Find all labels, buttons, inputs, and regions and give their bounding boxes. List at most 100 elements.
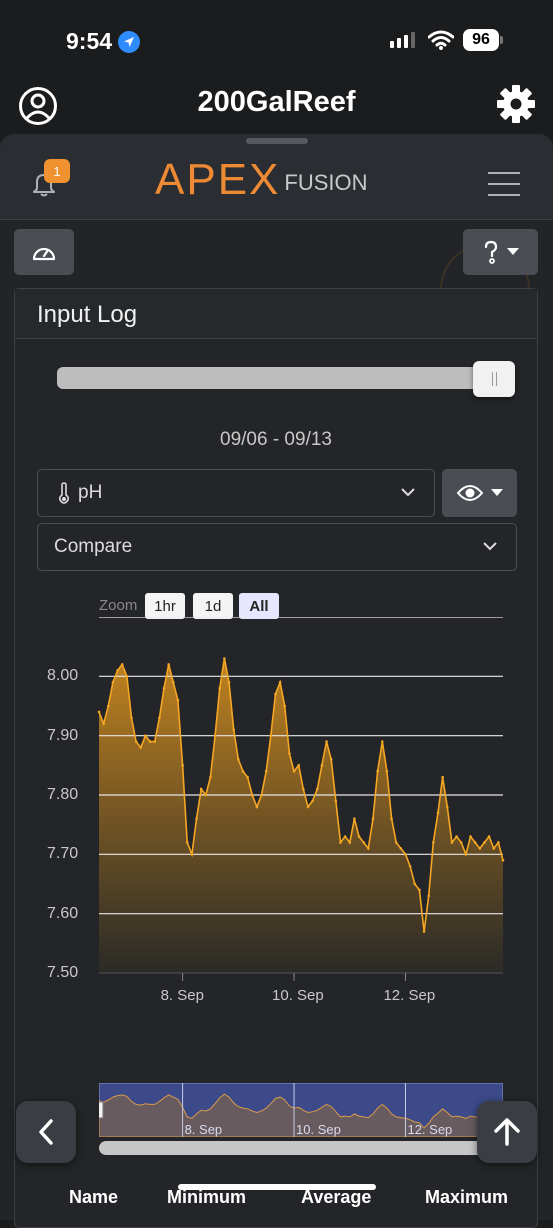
- data-point: [97, 710, 101, 714]
- stats-header-name: Name: [69, 1187, 119, 1207]
- battery-indicator: 96: [463, 29, 503, 51]
- data-point: [302, 787, 305, 791]
- data-point: [246, 775, 249, 779]
- y-tick-label: 7.80: [47, 786, 79, 803]
- data-point: [348, 841, 352, 844]
- data-point: [394, 841, 398, 844]
- zoom-all-button[interactable]: All: [239, 593, 279, 619]
- data-point: [181, 764, 184, 767]
- data-point: [315, 787, 319, 791]
- data-point: [432, 841, 435, 844]
- data-point: [232, 728, 235, 732]
- data-point: [380, 740, 384, 743]
- slider-handle[interactable]: [473, 361, 515, 397]
- data-point: [209, 775, 212, 779]
- time-text: 9:54: [66, 28, 113, 54]
- zoom-1hr-button[interactable]: 1hr: [145, 593, 185, 619]
- data-point: [102, 722, 105, 726]
- date-range-label: 09/06 - 09/13: [220, 429, 332, 450]
- data-point: [278, 680, 282, 684]
- data-point: [292, 769, 296, 773]
- home-indicator: [178, 1184, 376, 1190]
- data-point: [274, 692, 277, 696]
- navigator-handle: [94, 1101, 104, 1119]
- cellular-signal-icon: [390, 32, 415, 48]
- visibility-dropdown-button[interactable]: [442, 469, 517, 517]
- compare-select[interactable]: Compare: [37, 523, 517, 571]
- navigator-tick-label: 12. Sep: [407, 1122, 452, 1137]
- help-dropdown-button[interactable]: [463, 229, 538, 275]
- zoom-label: Zoom: [99, 597, 138, 614]
- data-point: [195, 817, 198, 821]
- data-point: [390, 817, 393, 821]
- navigator-tick-label: 10. Sep: [296, 1122, 341, 1137]
- data-point: [158, 716, 161, 720]
- data-point: [288, 752, 291, 755]
- data-point: [422, 930, 426, 933]
- status-bar: 9:54 96: [0, 0, 553, 84]
- data-point: [204, 793, 208, 797]
- clock: 9:54: [66, 28, 141, 55]
- data-point: [260, 793, 263, 797]
- data-point: [325, 740, 328, 743]
- back-button[interactable]: [16, 1101, 76, 1163]
- chart-plot[interactable]: [15, 616, 537, 1097]
- data-point: [306, 805, 310, 809]
- data-point: [134, 740, 138, 743]
- data-point: [185, 841, 189, 844]
- data-point: [362, 841, 365, 844]
- y-tick-label: 7.60: [47, 904, 79, 922]
- y-tick-label: 7.70: [47, 845, 79, 863]
- data-point: [329, 758, 333, 761]
- data-point: [473, 841, 477, 844]
- apex-navbar: 1 APEX FUSION: [0, 134, 553, 220]
- logo-suffix: FUSION: [284, 170, 368, 195]
- scroll-top-button[interactable]: [477, 1101, 537, 1163]
- data-point: [478, 847, 482, 850]
- gauge-icon: [32, 247, 56, 261]
- notification-badge: 1: [44, 159, 70, 183]
- dashboard-button[interactable]: [14, 229, 74, 275]
- data-point: [408, 864, 412, 868]
- data-point: [371, 817, 375, 821]
- navigator-plot[interactable]: 8. Sep 10. Sep 12. Sep: [94, 1082, 504, 1138]
- chart-navigator[interactable]: 8. Sep 10. Sep 12. Sep: [94, 1082, 504, 1138]
- data-point: [190, 853, 194, 856]
- data-point: [176, 698, 180, 702]
- data-point: [148, 740, 152, 743]
- data-point: [130, 716, 133, 720]
- data-point: [144, 734, 147, 737]
- ph-chart: 7.50 7.60 7.70 7.80 7.90 8.00 8. Sep 10. Sep 12.…: [15, 616, 537, 1097]
- data-point: [357, 835, 361, 838]
- data-point: [487, 835, 491, 838]
- data-point: [334, 799, 338, 803]
- zoom-1d-button[interactable]: 1d: [193, 593, 233, 619]
- y-tick-label: 7.90: [47, 726, 79, 744]
- data-point: [376, 769, 379, 773]
- logo-brand: APEX: [155, 155, 281, 204]
- data-point: [445, 805, 449, 809]
- date-range-slider[interactable]: [57, 367, 515, 389]
- data-point: [297, 764, 300, 767]
- data-point: [367, 847, 370, 850]
- data-point: [106, 704, 110, 708]
- navigator-scrollbar[interactable]: [99, 1141, 503, 1155]
- data-point: [469, 835, 472, 838]
- data-point: [269, 734, 273, 737]
- data-point: [283, 704, 287, 708]
- data-point: [404, 853, 407, 856]
- caret-down-icon: [506, 248, 519, 255]
- apex-fusion-logo: APEX FUSION: [155, 158, 368, 202]
- data-point: [492, 847, 496, 850]
- data-point: [413, 882, 417, 886]
- data-point: [125, 675, 129, 678]
- settings-gear-icon[interactable]: [496, 84, 536, 124]
- compare-placeholder: Compare: [54, 536, 133, 557]
- data-point: [339, 841, 342, 844]
- page-title: 200GalReef: [197, 86, 356, 118]
- input-select-value: pH: [78, 482, 103, 503]
- data-point: [139, 746, 143, 749]
- chevron-left-icon: [39, 1119, 53, 1145]
- input-select[interactable]: pH: [37, 469, 435, 517]
- hamburger-menu-icon[interactable]: [488, 172, 520, 205]
